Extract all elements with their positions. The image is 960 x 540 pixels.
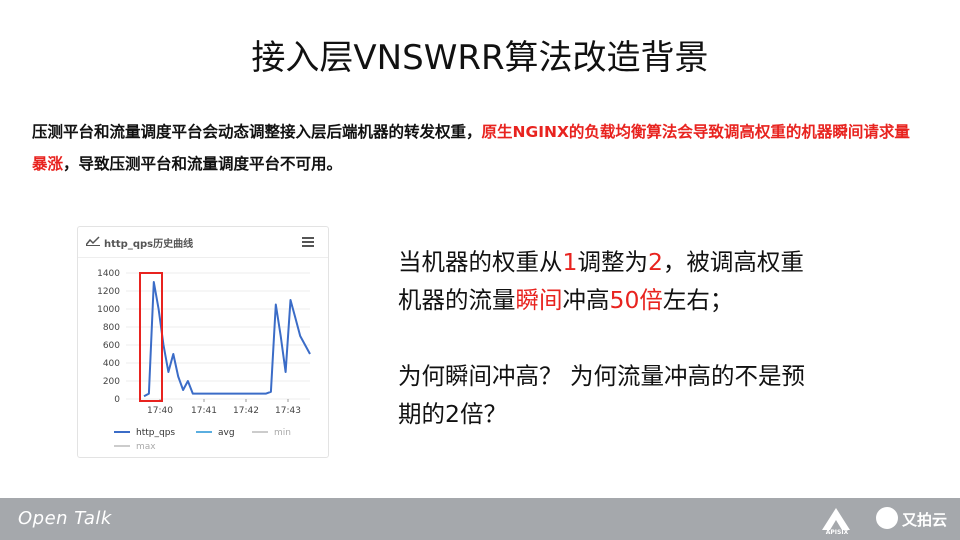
qps-line-chart: 0 200 400 600 800 1000 1200 1400 17:40 17:41 17:42… xyxy=(97,269,311,452)
y-tick-label: 1400 xyxy=(97,269,120,279)
footer-brand: Open Talk xyxy=(18,508,112,529)
explanation-line-2: 机器的流量瞬间冲高50倍左右； xyxy=(398,286,734,314)
qps-chart-card: http_qps历史曲线 0 200 400 600 800 1000 1200 1400 17… xyxy=(77,226,329,458)
intro-part3: ，导致压测平台和流量调度平台不可用。 xyxy=(63,155,343,173)
x-tick-label: 17:42 xyxy=(233,406,259,416)
series-http-qps-line xyxy=(143,281,311,398)
y-tick-label: 400 xyxy=(103,359,120,369)
legend-label: min xyxy=(274,428,291,438)
explanation-line-1: 当机器的权重从1调整为2，被调高权重 xyxy=(398,248,804,276)
question-line-1: 为何瞬间冲高？ 为何流量冲高的不是预 xyxy=(398,362,805,390)
footer-bar: Open Talk APISIX 又拍云 xyxy=(0,498,960,540)
y-tick-label: 1200 xyxy=(97,287,120,297)
y-tick-label: 200 xyxy=(103,377,120,387)
upyun-logo-text: 又拍云 xyxy=(902,511,948,529)
chart-header: http_qps历史曲线 xyxy=(78,227,328,258)
intro-part1: 压测平台和流量调度平台会动态调整接入层后端机器的转发权重， xyxy=(32,123,482,141)
upyun-logo-icon xyxy=(876,507,898,529)
question-line-2: 期的2倍？ xyxy=(398,400,507,428)
x-tick-label: 17:40 xyxy=(147,406,173,416)
y-tick-label: 800 xyxy=(103,323,120,333)
explanation-text: 当机器的权重从1调整为2，被调高权重 机器的流量瞬间冲高50倍左右； 为何瞬间冲… xyxy=(398,243,898,433)
y-tick-label: 1000 xyxy=(97,305,120,315)
chart-title: http_qps历史曲线 xyxy=(104,239,194,250)
legend-label: max xyxy=(136,442,156,452)
line-chart-icon xyxy=(86,236,100,246)
upyun-logo: 又拍云 xyxy=(876,506,952,532)
intro-paragraph: 压测平台和流量调度平台会动态调整接入层后端机器的转发权重，原生NGINX的负载均… xyxy=(32,116,912,180)
apisix-logo-text: APISIX xyxy=(825,529,849,536)
y-tick-label: 0 xyxy=(114,395,120,405)
x-tick-label: 17:41 xyxy=(191,406,217,416)
hamburger-menu-icon[interactable] xyxy=(302,237,314,247)
slide-title: 接入层VNSWRR算法改造背景 xyxy=(251,38,709,78)
x-tick-label: 17:43 xyxy=(275,406,301,416)
legend-label: http_qps xyxy=(136,428,175,438)
legend-label: avg xyxy=(218,428,235,438)
y-tick-label: 600 xyxy=(103,341,120,351)
